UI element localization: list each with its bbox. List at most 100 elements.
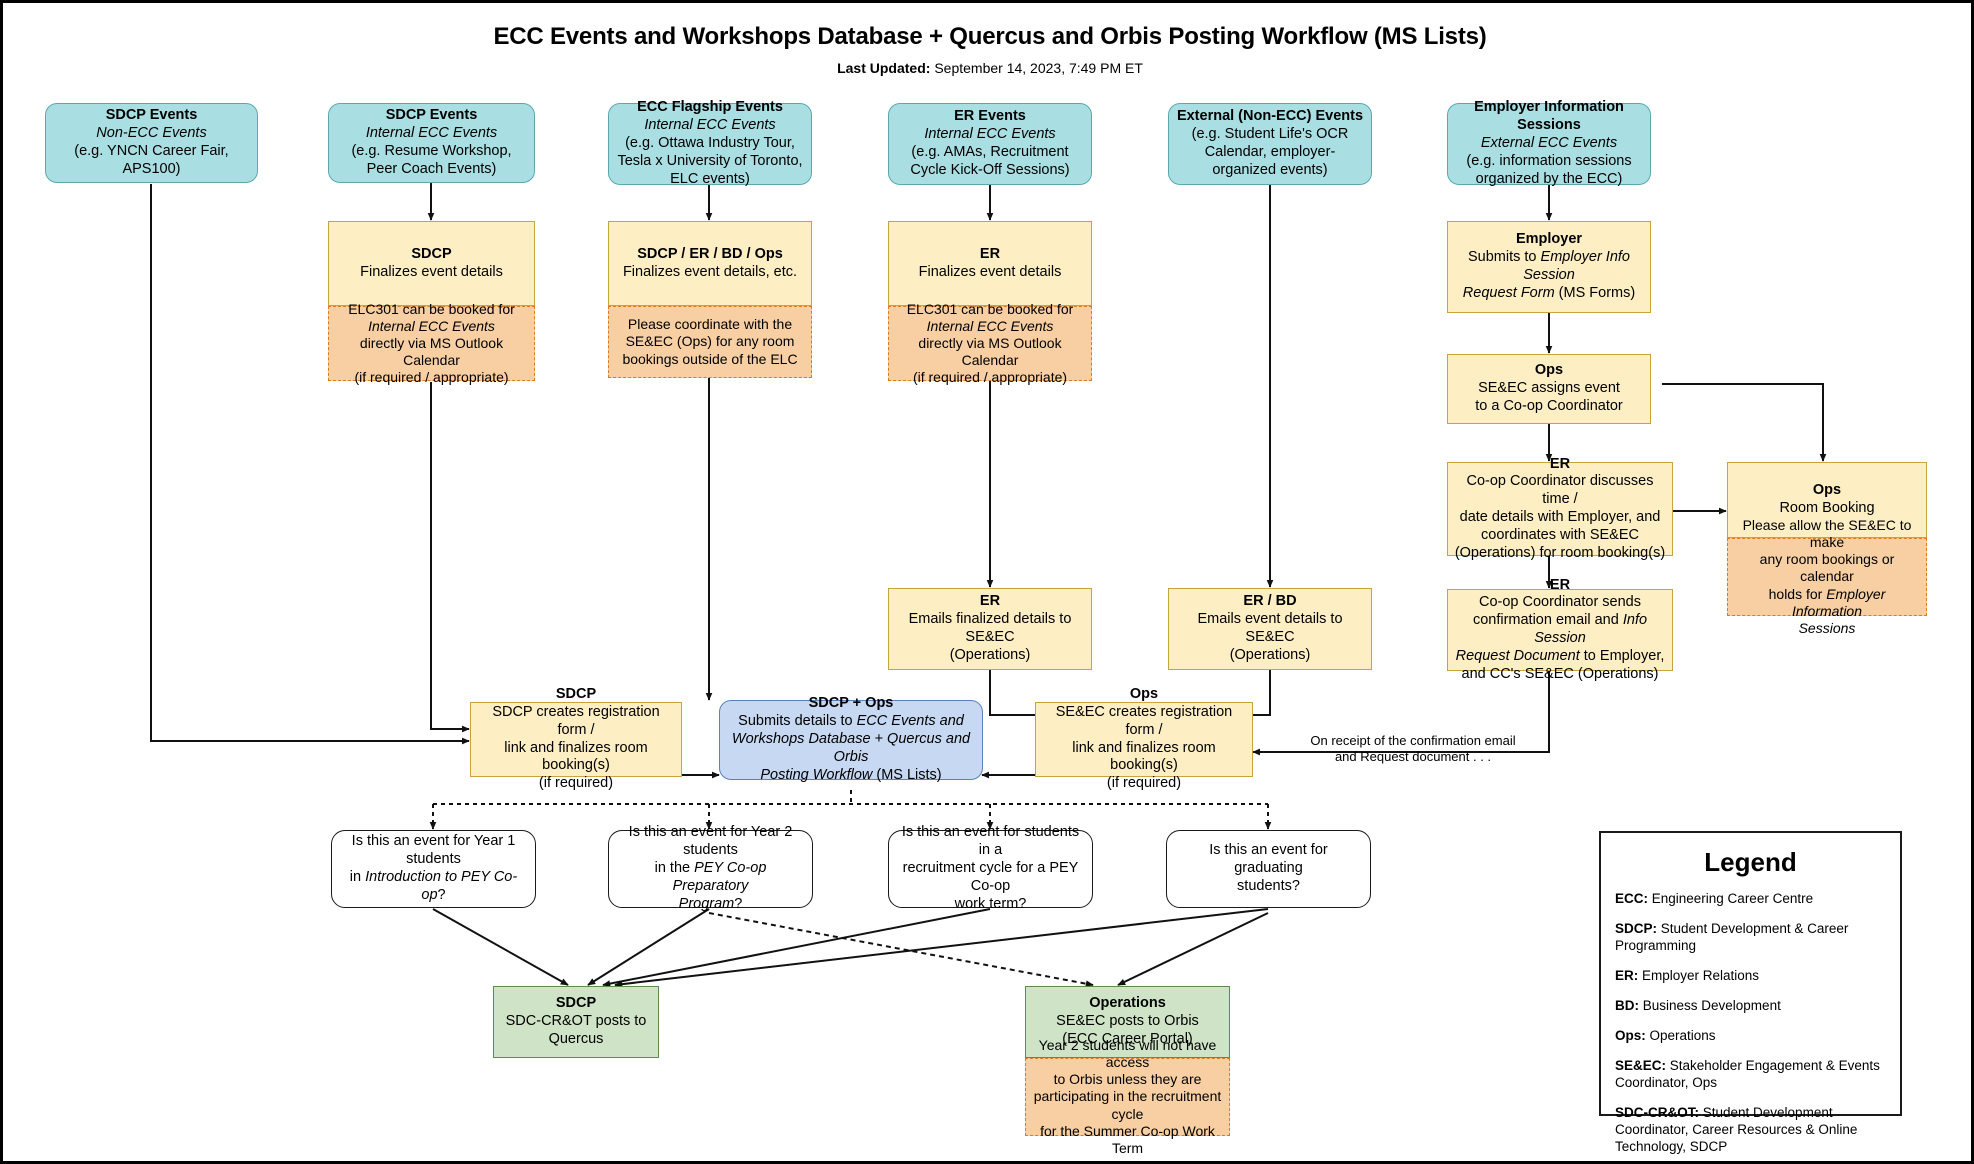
process-line: Submits details to ECC Events and <box>738 713 964 731</box>
process-line: SE&EC assigns event <box>1478 380 1620 397</box>
process-head: Ops <box>1534 362 1564 379</box>
legend-def: Business Development <box>1639 998 1781 1013</box>
process-head: SDCP <box>555 686 597 703</box>
decision-year1[interactable]: Is this an event for Year 1 students in … <box>331 830 536 908</box>
note-allow-seec-room-bookings: Please allow the SE&EC to make any room … <box>1727 517 1927 636</box>
note-line: ELC301 can be booked for <box>906 300 1074 317</box>
source-detail: (e.g. YNCN Career Fair, APS100) <box>74 143 229 177</box>
legend-entry-bd: BD: Business Development <box>1615 997 1886 1014</box>
process-line: (if required) <box>538 775 614 792</box>
source-er-events[interactable]: ER Events Internal ECC Events (e.g. AMAs… <box>888 103 1092 185</box>
process-flagship-finalizes[interactable]: SDCP / ER / BD / Ops Finalizes event det… <box>608 221 812 306</box>
process-line: (if required) <box>1106 775 1182 792</box>
process-er-coordinator-discusses[interactable]: ER Co-op Coordinator discusses time / da… <box>1447 456 1673 561</box>
note-line: participating in the recruitment cycle <box>1033 1088 1222 1122</box>
process-sdcp-creates-registration[interactable]: SDCP SDCP creates registration form / li… <box>470 686 682 791</box>
process-line: (Operations) <box>949 646 1031 663</box>
note-line: ELC301 can be booked for <box>348 300 515 317</box>
text-part: ? <box>437 886 446 903</box>
text-part: in the <box>654 860 695 877</box>
source-detail: (e.g. Ottawa Industry Tour, Tesla x Univ… <box>617 135 803 187</box>
note-line: (if required / appropriate) <box>354 369 509 386</box>
decision-line: Is this an event for graduating <box>1209 842 1328 877</box>
process-er-coordinator-sends[interactable]: ER Co-op Coordinator sends confirmation … <box>1447 577 1673 682</box>
process-line: Co-op Coordinator discusses time / <box>1466 473 1654 508</box>
legend-entry-seec: SE&EC: Stakeholder Engagement & Events C… <box>1615 1057 1886 1091</box>
decision-line: Is this an event for Year 1 students <box>351 833 516 868</box>
source-external-non-ecc[interactable]: External (Non-ECC) Events (e.g. Student … <box>1168 103 1372 185</box>
legend-title: Legend <box>1704 847 1797 877</box>
legend-entry-sdcp: SDCP: Student Development & Career Progr… <box>1615 920 1886 954</box>
outcome-body: SDC-CR&OT posts to Quercus <box>505 1013 647 1047</box>
decision-line: in Introduction to PEY Co-op? <box>338 869 529 905</box>
source-head: Employer Information Sessions <box>1474 99 1624 134</box>
process-er-finalizes[interactable]: ER Finalizes event details <box>888 221 1092 306</box>
decision-recruitment-cycle[interactable]: Is this an event for students in a recru… <box>888 824 1093 912</box>
text-part: Submits details to <box>738 713 857 730</box>
outcome-quercus[interactable]: SDCP SDC-CR&OT posts to Quercus <box>493 986 659 1058</box>
source-employer-info-sessions[interactable]: Employer Information Sessions External E… <box>1447 99 1651 187</box>
process-line: link and finalizes room booking(s) <box>504 739 648 774</box>
decision-year2[interactable]: Is this an event for Year 2 students in … <box>608 824 813 912</box>
outcome-line: SE&EC posts to Orbis <box>1056 1013 1199 1030</box>
process-line: (Operations) <box>1229 646 1311 663</box>
page-title: ECC Events and Workshops Database + Quer… <box>493 23 1487 50</box>
process-ops-assigns[interactable]: Ops SE&EC assigns event to a Co-op Coord… <box>1447 354 1651 424</box>
note-coordinate-seec: Please coordinate with the SE&EC (Ops) f… <box>608 306 812 378</box>
process-line: (Operations) for room booking(s) <box>1454 544 1666 561</box>
last-updated-label: Last Updated: <box>837 60 931 76</box>
text-part: confirmation email and <box>1472 612 1623 629</box>
note-line: any room bookings or calendar <box>1759 551 1895 585</box>
note-line: Internal ECC Events <box>926 317 1054 334</box>
note-year2-orbis-access: Year 2 students will not have access to … <box>1025 1037 1230 1156</box>
legend-def: Employer Relations <box>1638 968 1760 983</box>
note-line: for the Summer Co-op Work Term <box>1040 1122 1215 1156</box>
process-body: Finalizes event details <box>918 263 1062 280</box>
legend-term: ECC: <box>1615 891 1648 906</box>
stack-flagship-finalizes: SDCP / ER / BD / Ops Finalizes event det… <box>608 221 812 378</box>
process-body: Finalizes event details, etc. <box>622 263 798 280</box>
text-part: ? <box>734 895 743 912</box>
process-employer-submits[interactable]: Employer Submits to Employer Info Sessio… <box>1447 221 1651 313</box>
source-head: SDCP Events <box>385 107 478 124</box>
process-line: Emails finalized details to SE&EC <box>908 611 1072 645</box>
source-head: ER Events <box>954 108 1026 125</box>
note-elc301-er: ELC301 can be booked for Internal ECC Ev… <box>888 301 1092 385</box>
legend-entry-er: ER: Employer Relations <box>1615 967 1886 984</box>
decision-line: Is this an event for Year 2 students <box>628 824 793 859</box>
process-line: link and finalizes room booking(s) <box>1072 739 1216 774</box>
note-line: directly via MS Outlook Calendar <box>918 334 1062 369</box>
process-central-submits[interactable]: SDCP + Ops Submits details to ECC Events… <box>719 695 983 783</box>
process-head: Employer <box>1515 231 1583 248</box>
legend-def: Operations <box>1645 1028 1716 1043</box>
process-body: Finalizes event details <box>360 263 503 280</box>
text-part-italic: ECC Events and <box>856 713 964 730</box>
note-line: Internal ECC Events <box>368 317 495 334</box>
source-sub: Internal ECC Events <box>365 125 498 142</box>
process-er-emails-finalized[interactable]: ER Emails finalized details to SE&EC (Op… <box>888 588 1092 670</box>
text-part-italic: Request Form <box>1462 284 1555 301</box>
legend-entry-sdccrot: SDC-CR&OT: Student Development Coordinat… <box>1615 1104 1886 1155</box>
note-line: (if required / appropriate) <box>912 369 1068 386</box>
note-line: to Orbis unless they are <box>1053 1071 1202 1088</box>
process-body: Room Booking <box>1779 500 1875 516</box>
process-ops-creates-registration[interactable]: Ops SE&EC creates registration form / li… <box>1035 686 1253 791</box>
last-updated: Last Updated: September 14, 2023, 7:49 P… <box>3 60 1971 76</box>
decision-line: students? <box>1237 877 1300 894</box>
source-sdcp-internal[interactable]: SDCP Events Internal ECC Events (e.g. Re… <box>328 103 535 183</box>
text-part: in <box>349 869 366 885</box>
process-erbd-emails-event[interactable]: ER / BD Emails event details to SE&EC (O… <box>1168 588 1372 670</box>
source-sdcp-non-ecc[interactable]: SDCP Events Non-ECC Events (e.g. YNCN Ca… <box>45 103 258 183</box>
stack-ops-room-booking: Ops Room Booking Please allow the SE&EC … <box>1727 462 1927 636</box>
note-line: Sessions <box>1798 619 1856 636</box>
source-ecc-flagship[interactable]: ECC Flagship Events Internal ECC Events … <box>608 99 812 187</box>
outcome-head: SDCP <box>555 995 597 1012</box>
edge-label-line: On receipt of the confirmation email <box>1310 733 1516 748</box>
stack-outcome-orbis: Operations SE&EC posts to Orbis (ECC Car… <box>1025 986 1230 1156</box>
process-line: Co-op Coordinator sends <box>1478 594 1641 611</box>
outcome-head: Operations <box>1089 995 1166 1012</box>
process-sdcp-finalizes[interactable]: SDCP Finalizes event details <box>328 221 535 306</box>
text-part: (MS Lists) <box>872 766 942 783</box>
process-head: ER <box>979 245 1001 262</box>
decision-graduating[interactable]: Is this an event for graduating students… <box>1166 830 1371 908</box>
